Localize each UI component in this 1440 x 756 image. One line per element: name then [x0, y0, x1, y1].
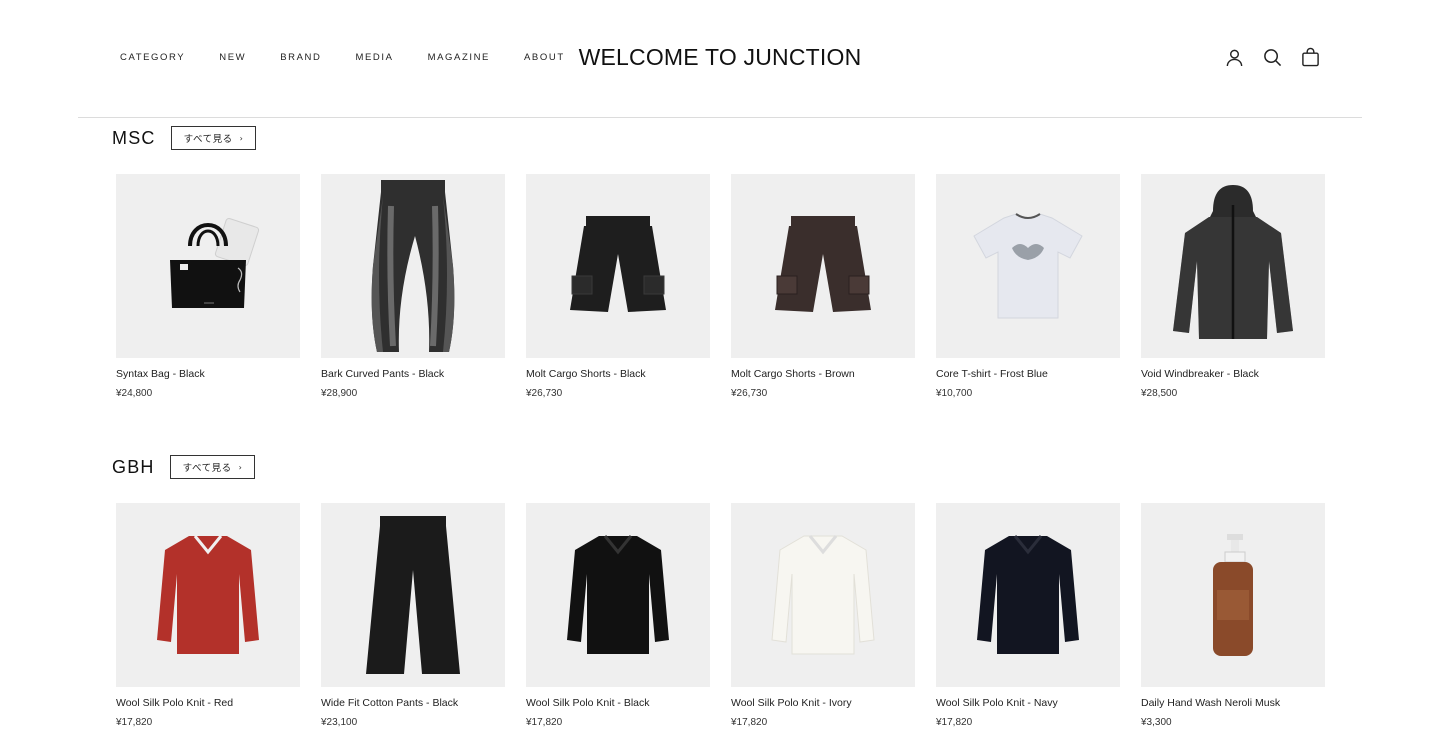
header-icons: [1224, 46, 1320, 68]
product-image-polo[interactable]: [936, 503, 1120, 687]
product-price: ¥17,820: [526, 717, 563, 728]
product-grid: Wool Silk Polo Knit - Red ¥17,820 Wide F…: [116, 503, 1325, 728]
nav-brand[interactable]: BRAND: [280, 52, 321, 63]
product-card[interactable]: Daily Hand Wash Neroli Musk ¥3,300: [1141, 503, 1325, 728]
product-price: ¥28,500: [1141, 388, 1178, 399]
product-price: ¥17,820: [116, 717, 153, 728]
product-grid: Syntax Bag - Black ¥24,800 Bark Curved P…: [116, 174, 1325, 399]
header-divider: [78, 117, 1362, 118]
product-image-polo[interactable]: [526, 503, 710, 687]
product-name[interactable]: Wool Silk Polo Knit - Black: [526, 697, 710, 709]
nav-category[interactable]: CATEGORY: [120, 52, 185, 63]
product-card[interactable]: Wool Silk Polo Knit - Black ¥17,820: [526, 503, 710, 728]
section-title: MSC: [112, 127, 156, 148]
product-name[interactable]: Void Windbreaker - Black: [1141, 368, 1325, 380]
product-price: ¥26,730: [731, 388, 768, 399]
product-image-jacket[interactable]: [1141, 174, 1325, 358]
product-name[interactable]: Wool Silk Polo Knit - Ivory: [731, 697, 915, 709]
site-header: CATEGORY NEW BRAND MEDIA MAGAZINE ABOUT …: [0, 0, 1440, 118]
product-card[interactable]: Core T-shirt - Frost Blue ¥10,700: [936, 174, 1120, 399]
product-card[interactable]: Wool Silk Polo Knit - Ivory ¥17,820: [731, 503, 915, 728]
product-price: ¥23,100: [321, 717, 358, 728]
product-price: ¥17,820: [731, 717, 768, 728]
section-header: GBH すべて見る ›: [112, 455, 256, 479]
product-image-shorts[interactable]: [731, 174, 915, 358]
product-card[interactable]: Bark Curved Pants - Black ¥28,900: [321, 174, 505, 399]
product-image-wide-pants[interactable]: [321, 503, 505, 687]
product-image-polo[interactable]: [731, 503, 915, 687]
see-all-button[interactable]: すべて見る ›: [170, 126, 257, 150]
nav-about[interactable]: ABOUT: [524, 52, 565, 63]
product-name[interactable]: Molt Cargo Shorts - Brown: [731, 368, 915, 380]
product-card[interactable]: Molt Cargo Shorts - Brown ¥26,730: [731, 174, 915, 399]
product-price: ¥24,800: [116, 388, 153, 399]
product-name[interactable]: Wool Silk Polo Knit - Red: [116, 697, 300, 709]
product-name[interactable]: Wide Fit Cotton Pants - Black: [321, 697, 505, 709]
product-price: ¥28,900: [321, 388, 358, 399]
nav-new[interactable]: NEW: [219, 52, 246, 63]
product-image-tote-bag[interactable]: [116, 174, 300, 358]
section-header: MSC すべて見る ›: [112, 126, 257, 150]
product-name[interactable]: Syntax Bag - Black: [116, 368, 300, 380]
chevron-right-icon: ›: [239, 133, 244, 143]
product-card[interactable]: Molt Cargo Shorts - Black ¥26,730: [526, 174, 710, 399]
product-image-pants[interactable]: [321, 174, 505, 358]
product-name[interactable]: Wool Silk Polo Knit - Navy: [936, 697, 1120, 709]
see-all-label: すべて見る: [183, 134, 233, 145]
product-price: ¥3,300: [1141, 717, 1172, 728]
product-price: ¥26,730: [526, 388, 563, 399]
product-name[interactable]: Core T-shirt - Frost Blue: [936, 368, 1120, 380]
nav-magazine[interactable]: MAGAZINE: [428, 52, 490, 63]
product-card[interactable]: Syntax Bag - Black ¥24,800: [116, 174, 300, 399]
bag-icon[interactable]: [1300, 46, 1320, 68]
product-image-tshirt[interactable]: [936, 174, 1120, 358]
see-all-button[interactable]: すべて見る ›: [169, 455, 256, 479]
search-icon[interactable]: [1262, 46, 1282, 68]
product-card[interactable]: Void Windbreaker - Black ¥28,500: [1141, 174, 1325, 399]
product-name[interactable]: Bark Curved Pants - Black: [321, 368, 505, 380]
product-card[interactable]: Wide Fit Cotton Pants - Black ¥23,100: [321, 503, 505, 728]
product-name[interactable]: Molt Cargo Shorts - Black: [526, 368, 710, 380]
chevron-right-icon: ›: [238, 462, 243, 472]
account-icon[interactable]: [1224, 46, 1244, 68]
product-price: ¥17,820: [936, 717, 973, 728]
product-name[interactable]: Daily Hand Wash Neroli Musk: [1141, 697, 1325, 709]
main-nav: CATEGORY NEW BRAND MEDIA MAGAZINE ABOUT: [120, 52, 599, 63]
see-all-label: すべて見る: [182, 463, 232, 474]
product-card[interactable]: Wool Silk Polo Knit - Navy ¥17,820: [936, 503, 1120, 728]
product-price: ¥10,700: [936, 388, 973, 399]
product-image-polo[interactable]: [116, 503, 300, 687]
product-image-bottle[interactable]: [1141, 503, 1325, 687]
section-title: GBH: [112, 456, 155, 477]
product-card[interactable]: Wool Silk Polo Knit - Red ¥17,820: [116, 503, 300, 728]
product-image-shorts[interactable]: [526, 174, 710, 358]
nav-media[interactable]: MEDIA: [355, 52, 393, 63]
